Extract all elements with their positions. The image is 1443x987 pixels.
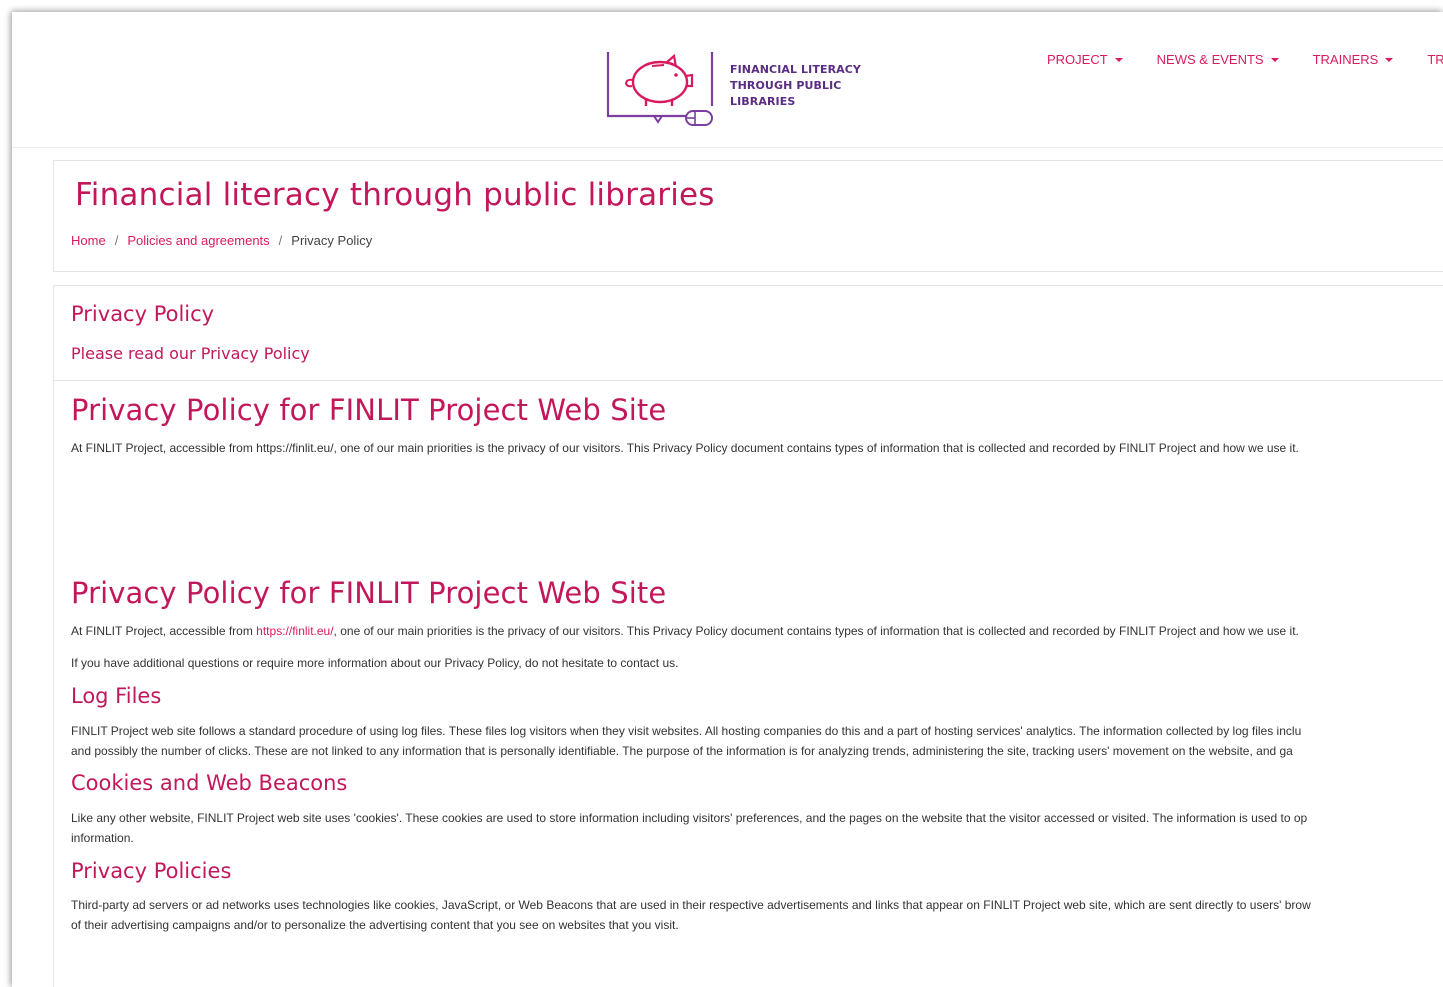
- breadcrumb-separator: /: [278, 233, 283, 248]
- breadcrumb-separator: /: [114, 233, 119, 248]
- cookies-line: Like any other website, FINLIT Project w…: [71, 811, 1308, 825]
- nav-item-label: PROJECT: [1047, 52, 1108, 67]
- log-files-heading: Log Files: [71, 684, 162, 708]
- log-files-line: and possibly the number of clicks. These…: [71, 744, 1293, 758]
- privacy-policies-line: of their advertising campaigns and/or to…: [71, 918, 679, 932]
- main-nav: PROJECT NEWS & EVENTS TRAINERS TRA: [1047, 52, 1443, 67]
- nav-item-label: TRAINERS: [1312, 52, 1379, 67]
- privacy-policies-line: Third-party ad servers or ad networks us…: [71, 898, 1311, 912]
- page-title: Financial literacy through public librar…: [75, 177, 715, 213]
- section-title: Privacy Policy for FINLIT Project Web Si…: [71, 576, 667, 610]
- log-files-line: FINLIT Project web site follows a standa…: [71, 724, 1302, 738]
- breadcrumb-home-link[interactable]: Home: [71, 233, 106, 248]
- caret-down-icon: [1385, 58, 1394, 62]
- content-divider: [54, 380, 1443, 381]
- site-header: FINANCIAL LITERACY THROUGH PUBLIC LIBRAR…: [12, 12, 1443, 148]
- nav-item-project[interactable]: PROJECT: [1047, 52, 1123, 67]
- breadcrumb: Home / Policies and agreements / Privacy Pol…: [71, 233, 372, 248]
- piggy-bank-screen-mouse-icon: [606, 52, 714, 126]
- paragraph-text: At FINLIT Project, accessible from: [71, 624, 257, 638]
- nav-item-truncated[interactable]: TRA: [1427, 52, 1443, 67]
- paragraph-text: , one of our main priorities is the priv…: [333, 624, 1299, 638]
- cookies-line: information.: [71, 831, 134, 845]
- nav-item-news-events[interactable]: NEWS & EVENTS: [1157, 52, 1279, 67]
- page-title-panel: Financial literacy through public librar…: [53, 160, 1443, 272]
- browser-page: FINANCIAL LITERACY THROUGH PUBLIC LIBRAR…: [12, 12, 1443, 987]
- main-content: Privacy Policy Please read our Privacy P…: [53, 285, 1443, 987]
- content-heading: Privacy Policy: [71, 302, 215, 326]
- section-title: Privacy Policy for FINLIT Project Web Si…: [71, 393, 667, 427]
- section-paragraph: At FINLIT Project, accessible from https…: [71, 441, 1299, 455]
- contact-paragraph: If you have additional questions or requ…: [71, 656, 679, 670]
- nav-item-label: TRA: [1427, 52, 1443, 67]
- caret-down-icon: [1270, 58, 1279, 62]
- cookies-heading: Cookies and Web Beacons: [71, 771, 348, 795]
- breadcrumb-section-link[interactable]: Policies and agreements: [127, 233, 269, 248]
- breadcrumb-current: Privacy Policy: [291, 233, 373, 248]
- site-link[interactable]: https://finlit.eu/: [256, 624, 333, 638]
- nav-item-label: NEWS & EVENTS: [1156, 52, 1264, 67]
- privacy-policies-heading: Privacy Policies: [71, 859, 232, 883]
- logo-text: FINANCIAL LITERACY THROUGH PUBLIC LIBRAR…: [730, 63, 861, 108]
- content-subtitle: Please read our Privacy Policy: [71, 344, 310, 363]
- caret-down-icon: [1114, 58, 1123, 62]
- site-logo[interactable]: FINANCIAL LITERACY THROUGH PUBLIC LIBRAR…: [602, 48, 872, 134]
- section-paragraph: At FINLIT Project, accessible from https…: [71, 621, 1299, 641]
- nav-item-trainers[interactable]: TRAINERS: [1313, 52, 1394, 67]
